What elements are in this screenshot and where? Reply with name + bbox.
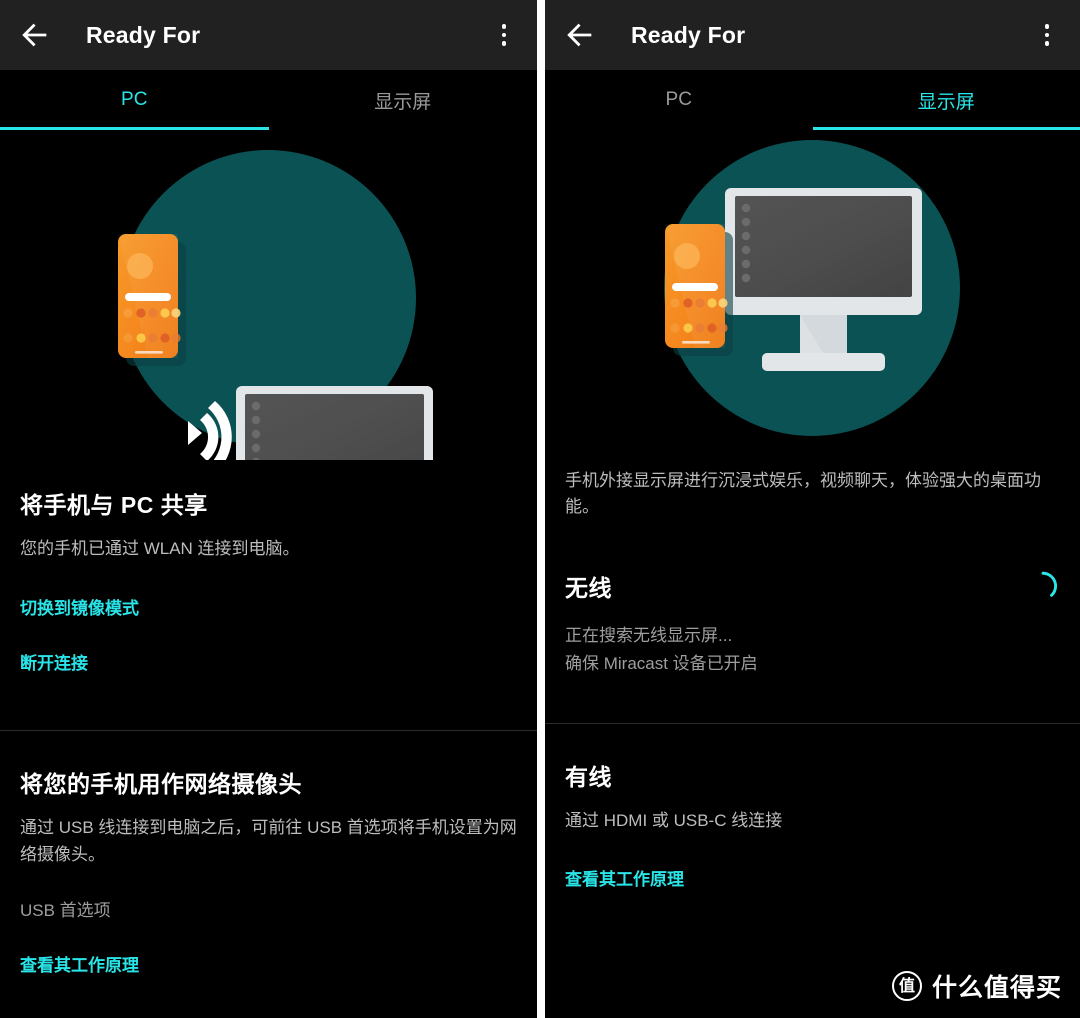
section-pc-share-title: 将手机与 PC 共享 xyxy=(20,492,208,518)
more-vertical-icon[interactable] xyxy=(1032,20,1062,50)
phone-graphic xyxy=(665,224,733,356)
tab-pc-label: PC xyxy=(665,89,692,110)
left-tab-bar: PC 显示屏 xyxy=(0,70,537,130)
tab-pc-label: PC xyxy=(121,89,148,110)
arrow-left-icon[interactable] xyxy=(563,18,597,52)
link-how-it-works-wired[interactable]: 查看其工作原理 xyxy=(565,865,684,890)
section-wired-title: 有线 xyxy=(565,764,612,791)
section-wired: 有线 通过 HDMI 或 USB-C 线连接 查看其工作原理 xyxy=(545,724,1080,889)
phone-graphic xyxy=(118,234,186,366)
wireless-status-line-1: 正在搜索无线显示屏... xyxy=(565,625,733,645)
display-intro-body: 手机外接显示屏进行沉浸式娱乐，视频聊天，体验强大的桌面功能。 xyxy=(565,471,1041,517)
tab-pc[interactable]: PC xyxy=(545,70,813,130)
usb-preferences-label[interactable]: USB 首选项 xyxy=(20,901,111,920)
right-phone-screen: Ready For PC 显示屏 手机外接显示屏进行沉浸式娱乐，视频聊天，体验强… xyxy=(545,0,1080,1018)
section-pc-share: 将手机与 PC 共享 您的手机已通过 WLAN 连接到电脑。 切换到镜像模式 断… xyxy=(0,460,537,674)
link-disconnect[interactable]: 断开连接 xyxy=(20,649,88,674)
tab-display[interactable]: 显示屏 xyxy=(813,70,1080,130)
section-webcam: 将您的手机用作网络摄像头 通过 USB 线连接到电脑之后，可前往 USB 首选项… xyxy=(0,731,537,976)
link-how-it-works-webcam[interactable]: 查看其工作原理 xyxy=(20,951,139,976)
section-wireless: 无线 正在搜索无线显示屏... 确保 Miracast 设备已开启 xyxy=(545,521,1080,678)
wireless-header-row: 无线 xyxy=(565,569,1060,603)
phone-casting-to-laptop-illustration xyxy=(0,130,537,460)
section-wireless-title: 无线 xyxy=(565,574,612,601)
link-switch-to-mirror-mode[interactable]: 切换到镜像模式 xyxy=(20,594,139,619)
more-vertical-icon[interactable] xyxy=(489,20,519,50)
section-webcam-body: 通过 USB 线连接到电脑之后，可前往 USB 首选项将手机设置为网络摄像头。 xyxy=(20,818,517,864)
watermark: 值 什么值得买 xyxy=(891,968,1062,1004)
illustration-svg xyxy=(664,140,960,436)
arrow-left-icon[interactable] xyxy=(18,18,52,52)
left-phone-screen: Ready For PC 显示屏 将手机与 PC 共享 您的手机已通过 WLAN… xyxy=(0,0,537,1018)
tab-display-label: 显示屏 xyxy=(917,91,975,113)
panel-separator xyxy=(537,0,545,1018)
screenshot-root: Ready For PC 显示屏 将手机与 PC 共享 您的手机已通过 WLAN… xyxy=(0,0,1080,1018)
page-title: Ready For xyxy=(86,21,201,48)
illustration-svg xyxy=(118,150,433,460)
tab-pc[interactable]: PC xyxy=(0,70,269,130)
right-app-bar: Ready For xyxy=(545,0,1080,70)
tab-display[interactable]: 显示屏 xyxy=(269,70,538,130)
laptop-graphic xyxy=(236,386,433,460)
left-app-bar: Ready For xyxy=(0,0,537,70)
tab-display-label: 显示屏 xyxy=(374,91,432,113)
watermark-text: 什么值得买 xyxy=(931,973,1062,1002)
right-tab-bar: PC 显示屏 xyxy=(545,70,1080,130)
wireless-status-line-2: 确保 Miracast 设备已开启 xyxy=(565,654,758,674)
watermark-badge-icon: 值 xyxy=(891,971,922,1001)
phone-and-external-monitor-illustration xyxy=(545,130,1080,460)
section-wired-body: 通过 HDMI 或 USB-C 线连接 xyxy=(565,811,783,831)
page-title: Ready For xyxy=(631,21,746,48)
display-intro: 手机外接显示屏进行沉浸式娱乐，视频聊天，体验强大的桌面功能。 xyxy=(545,460,1080,521)
loading-spinner-icon xyxy=(1041,571,1058,597)
section-webcam-title: 将您的手机用作网络摄像头 xyxy=(20,771,302,798)
section-pc-share-body: 您的手机已通过 WLAN 连接到电脑。 xyxy=(20,539,300,558)
